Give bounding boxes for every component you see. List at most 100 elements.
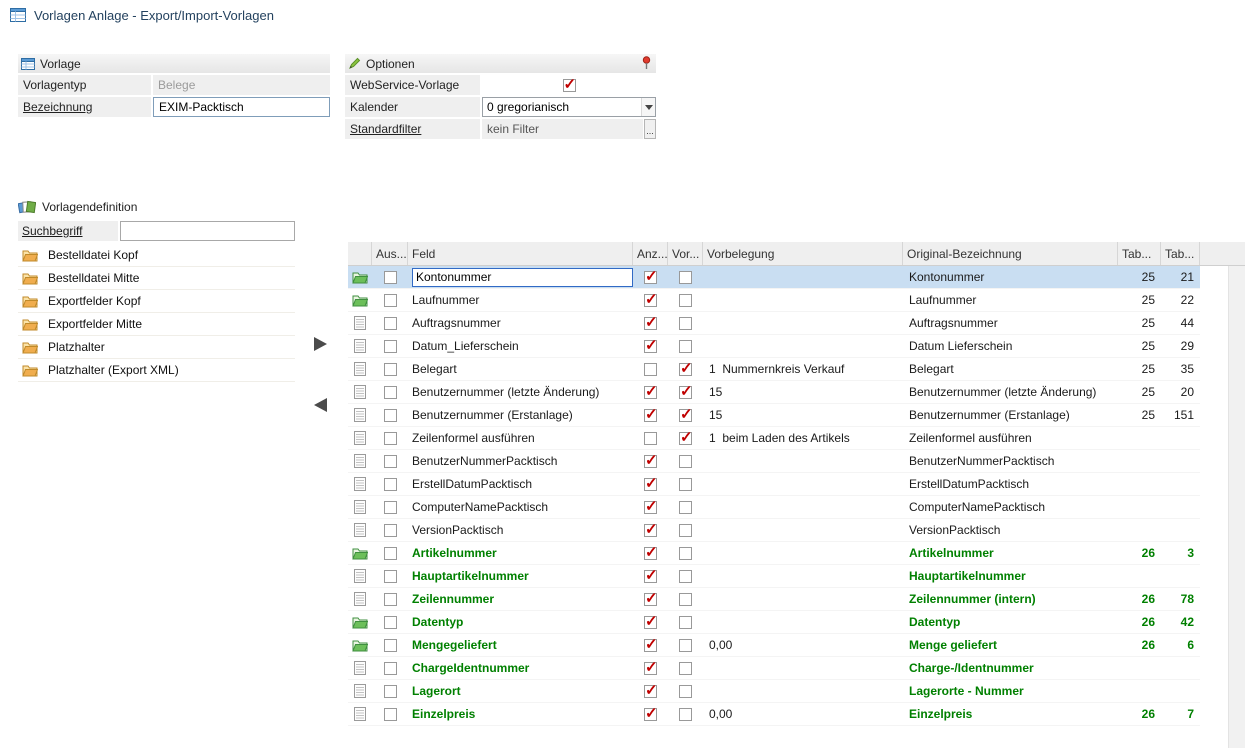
category-item-3[interactable]: Exportfelder Kopf [18,290,295,313]
aus-checkbox[interactable] [384,455,397,468]
category-item-2[interactable]: Bestelldatei Mitte [18,267,295,290]
aus-checkbox[interactable] [384,662,397,675]
vor-checkbox[interactable] [679,501,692,514]
aus-checkbox[interactable] [384,294,397,307]
standardfilter-browse-button[interactable]: ... [644,119,656,139]
vertical-scrollbar[interactable] [1228,266,1245,748]
header-aus[interactable]: Aus... [372,242,408,265]
vor-checkbox[interactable] [679,593,692,606]
category-item-1[interactable]: Bestelldatei Kopf [18,244,295,267]
aus-checkbox[interactable] [384,432,397,445]
table-row[interactable]: Kontonummer Kontonummer 25 21 [348,266,1200,289]
vor-checkbox[interactable] [679,685,692,698]
aus-checkbox[interactable] [384,639,397,652]
anz-checkbox[interactable] [644,639,657,652]
table-row[interactable]: ComputerNamePacktisch ComputerNamePackti… [348,496,1200,519]
anz-checkbox[interactable] [644,455,657,468]
aus-checkbox[interactable] [384,501,397,514]
anz-checkbox[interactable] [644,593,657,606]
aus-checkbox[interactable] [384,478,397,491]
aus-checkbox[interactable] [384,386,397,399]
vor-checkbox[interactable] [679,363,692,376]
category-item-4[interactable]: Exportfelder Mitte [18,313,295,336]
aus-checkbox[interactable] [384,593,397,606]
table-row[interactable]: ChargeIdentnummer Charge-/Identnummer [348,657,1200,680]
header-tab2[interactable]: Tab... [1161,242,1200,265]
table-row[interactable]: Belegart 1 Nummernkreis Verkauf Belegart… [348,358,1200,381]
header-vorbelegung[interactable]: Vorbelegung [703,242,903,265]
move-left-button[interactable] [308,395,332,415]
anz-checkbox[interactable] [644,386,657,399]
vor-checkbox[interactable] [679,524,692,537]
aus-checkbox[interactable] [384,524,397,537]
aus-checkbox[interactable] [384,340,397,353]
aus-checkbox[interactable] [384,363,397,376]
header-original-bezeichnung[interactable]: Original-Bezeichnung [903,242,1118,265]
vor-checkbox[interactable] [679,317,692,330]
vor-checkbox[interactable] [679,639,692,652]
vor-checkbox[interactable] [679,570,692,583]
table-row[interactable]: Zeilenformel ausführen 1 beim Laden des … [348,427,1200,450]
suchbegriff-label[interactable]: Suchbegriff [18,221,118,241]
aus-checkbox[interactable] [384,271,397,284]
vor-checkbox[interactable] [679,386,692,399]
vor-checkbox[interactable] [679,662,692,675]
header-feld[interactable]: Feld [408,242,633,265]
header-tab1[interactable]: Tab... [1118,242,1161,265]
anz-checkbox[interactable] [644,524,657,537]
table-row[interactable]: Benutzernummer (Erstanlage) 15 Benutzern… [348,404,1200,427]
anz-checkbox[interactable] [644,501,657,514]
aus-checkbox[interactable] [384,685,397,698]
table-row[interactable]: Benutzernummer (letzte Änderung) 15 Benu… [348,381,1200,404]
vor-checkbox[interactable] [679,340,692,353]
anz-checkbox[interactable] [644,708,657,721]
anz-checkbox[interactable] [644,340,657,353]
aus-checkbox[interactable] [384,708,397,721]
vor-checkbox[interactable] [679,409,692,422]
anz-checkbox[interactable] [644,271,657,284]
anz-checkbox[interactable] [644,685,657,698]
webservice-checkbox[interactable] [563,79,576,92]
vor-checkbox[interactable] [679,708,692,721]
bezeichnung-label[interactable]: Bezeichnung [18,97,151,117]
bezeichnung-input[interactable]: EXIM-Packtisch [153,97,330,117]
table-row[interactable]: ErstellDatumPacktisch ErstellDatumPackti… [348,473,1200,496]
aus-checkbox[interactable] [384,547,397,560]
header-anz[interactable]: Anz... [633,242,668,265]
kalender-dropdown[interactable]: 0 gregorianisch [482,97,656,117]
feld-edit-input[interactable]: Kontonummer [412,268,633,287]
anz-checkbox[interactable] [644,478,657,491]
table-row[interactable]: Lagerort Lagerorte - Nummer [348,680,1200,703]
table-row[interactable]: Zeilennummer Zeilennummer (intern) 26 78 [348,588,1200,611]
header-vor[interactable]: Vor... [668,242,703,265]
anz-checkbox[interactable] [644,616,657,629]
aus-checkbox[interactable] [384,616,397,629]
aus-checkbox[interactable] [384,317,397,330]
vor-checkbox[interactable] [679,478,692,491]
vor-checkbox[interactable] [679,616,692,629]
anz-checkbox[interactable] [644,363,657,376]
table-row[interactable]: VersionPacktisch VersionPacktisch [348,519,1200,542]
table-row[interactable]: Artikelnummer Artikelnummer 26 3 [348,542,1200,565]
table-row[interactable]: BenutzerNummerPacktisch BenutzerNummerPa… [348,450,1200,473]
anz-checkbox[interactable] [644,547,657,560]
vor-checkbox[interactable] [679,271,692,284]
vor-checkbox[interactable] [679,294,692,307]
table-row[interactable]: Mengegeliefert 0,00 Menge geliefert 26 6 [348,634,1200,657]
standardfilter-label[interactable]: Standardfilter [345,119,480,139]
table-row[interactable]: Datum_Lieferschein Datum Lieferschein 25… [348,335,1200,358]
anz-checkbox[interactable] [644,570,657,583]
aus-checkbox[interactable] [384,409,397,422]
anz-checkbox[interactable] [644,432,657,445]
pin-icon[interactable] [641,56,652,70]
anz-checkbox[interactable] [644,662,657,675]
vor-checkbox[interactable] [679,455,692,468]
category-item-6[interactable]: Platzhalter (Export XML) [18,359,295,382]
aus-checkbox[interactable] [384,570,397,583]
move-right-button[interactable] [308,334,332,354]
anz-checkbox[interactable] [644,409,657,422]
anz-checkbox[interactable] [644,294,657,307]
table-row[interactable]: Laufnummer Laufnummer 25 22 [348,289,1200,312]
table-row[interactable]: Einzelpreis 0,00 Einzelpreis 26 7 [348,703,1200,726]
table-row[interactable]: Datentyp Datentyp 26 42 [348,611,1200,634]
